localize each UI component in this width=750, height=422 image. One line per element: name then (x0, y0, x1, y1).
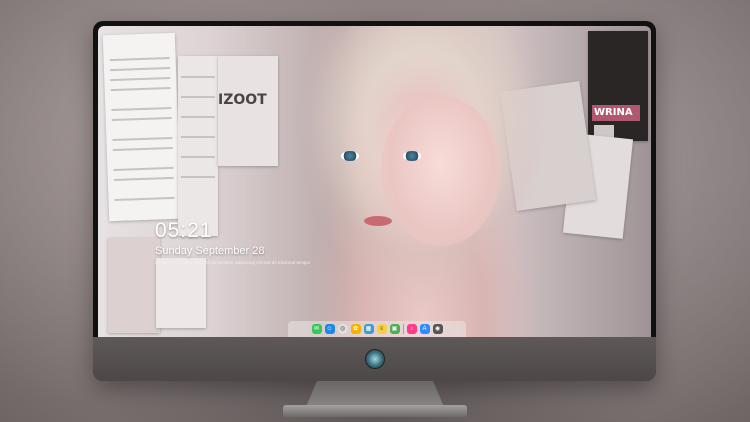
messages-icon[interactable]: ✉ (311, 324, 322, 334)
safari-icon[interactable]: ◎ (337, 324, 348, 334)
camera-icon[interactable]: ◉ (432, 324, 443, 334)
monitor-frame: IZOOT WRINA 05:21 Sunday September 28 Lo… (93, 21, 656, 381)
wallpaper-eye (341, 151, 359, 161)
monitor-stand (306, 381, 444, 407)
screen: IZOOT WRINA 05:21 Sunday September 28 Lo… (98, 26, 651, 337)
music-icon[interactable]: ♪ (406, 324, 417, 334)
dock: ✉ ☺ ◎ ✿ ▦ ≡ ▣ ♪ A ◉ (288, 321, 466, 337)
finder-icon[interactable]: ☺ (324, 324, 335, 334)
wallpaper-paper: IZOOT (218, 56, 278, 166)
wallpaper-eye (403, 151, 421, 161)
clapper-icon[interactable]: ▦ (363, 324, 374, 334)
wallpaper-photo (156, 258, 206, 328)
poster-text: WRINA (594, 107, 633, 118)
clock-date: Sunday September 28 (155, 245, 265, 257)
wallpaper-dark-poster: WRINA (588, 31, 648, 141)
preview-icon[interactable]: ▣ (389, 324, 400, 334)
wallpaper-face (381, 96, 501, 246)
wallpaper-paper (102, 32, 182, 222)
wallpaper-lips (364, 216, 392, 226)
appstore-icon[interactable]: A (419, 324, 430, 334)
brand-logo-icon (365, 349, 385, 369)
wallpaper-paper (178, 56, 218, 236)
wallpaper-photo (108, 238, 160, 333)
monitor-stand-base (283, 405, 467, 417)
notes-icon[interactable]: ≡ (376, 324, 387, 334)
clock-time: 05:21 (155, 219, 213, 242)
photos-icon[interactable]: ✿ (350, 324, 361, 334)
monitor-chin (93, 337, 656, 381)
poster-text: IZOOT (218, 92, 267, 108)
dock-separator (402, 324, 404, 334)
clock-subtitle: Lorem ipsum dolor sit amet consectetur a… (155, 260, 311, 265)
